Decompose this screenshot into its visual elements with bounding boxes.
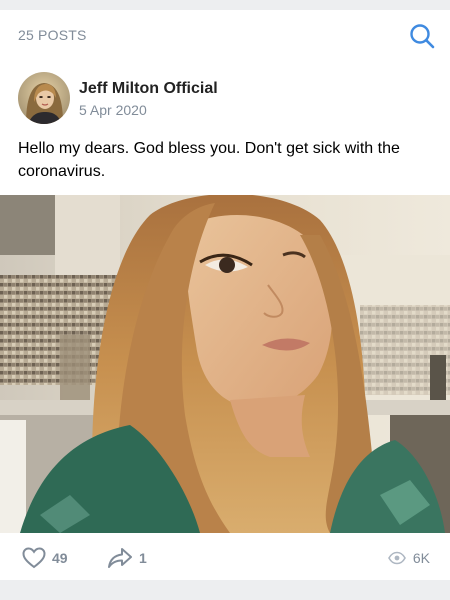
search-icon [410,24,435,49]
post-actions: 49 1 6K [0,538,450,580]
views-count: 6K [412,550,430,566]
heart-icon [22,547,46,569]
views: 6K [387,543,430,573]
posts-count: 25 POSTS [18,27,87,43]
like-button[interactable]: 49 [22,543,68,573]
post-author: Jeff Milton Official 5 Apr 2020 [18,72,438,126]
share-button[interactable]: 1 [107,543,147,573]
screen: 25 POSTS Jeff Milton Official 5 Apr 2020… [0,0,450,600]
author-name[interactable]: Jeff Milton Official [79,80,218,98]
post-text: Hello my dears. God bless you. Don't get… [18,140,400,180]
share-icon [108,548,132,568]
like-count: 49 [52,550,68,566]
post-card: 25 POSTS Jeff Milton Official 5 Apr 2020… [0,10,450,580]
avatar[interactable] [18,72,70,124]
eye-icon [387,551,406,565]
post-date: 5 Apr 2020 [79,102,147,118]
profile-header: 25 POSTS [0,10,450,60]
search-button[interactable] [408,22,436,50]
selfie-photo [0,195,450,533]
post-photo[interactable] [0,195,450,533]
share-count: 1 [139,550,147,566]
